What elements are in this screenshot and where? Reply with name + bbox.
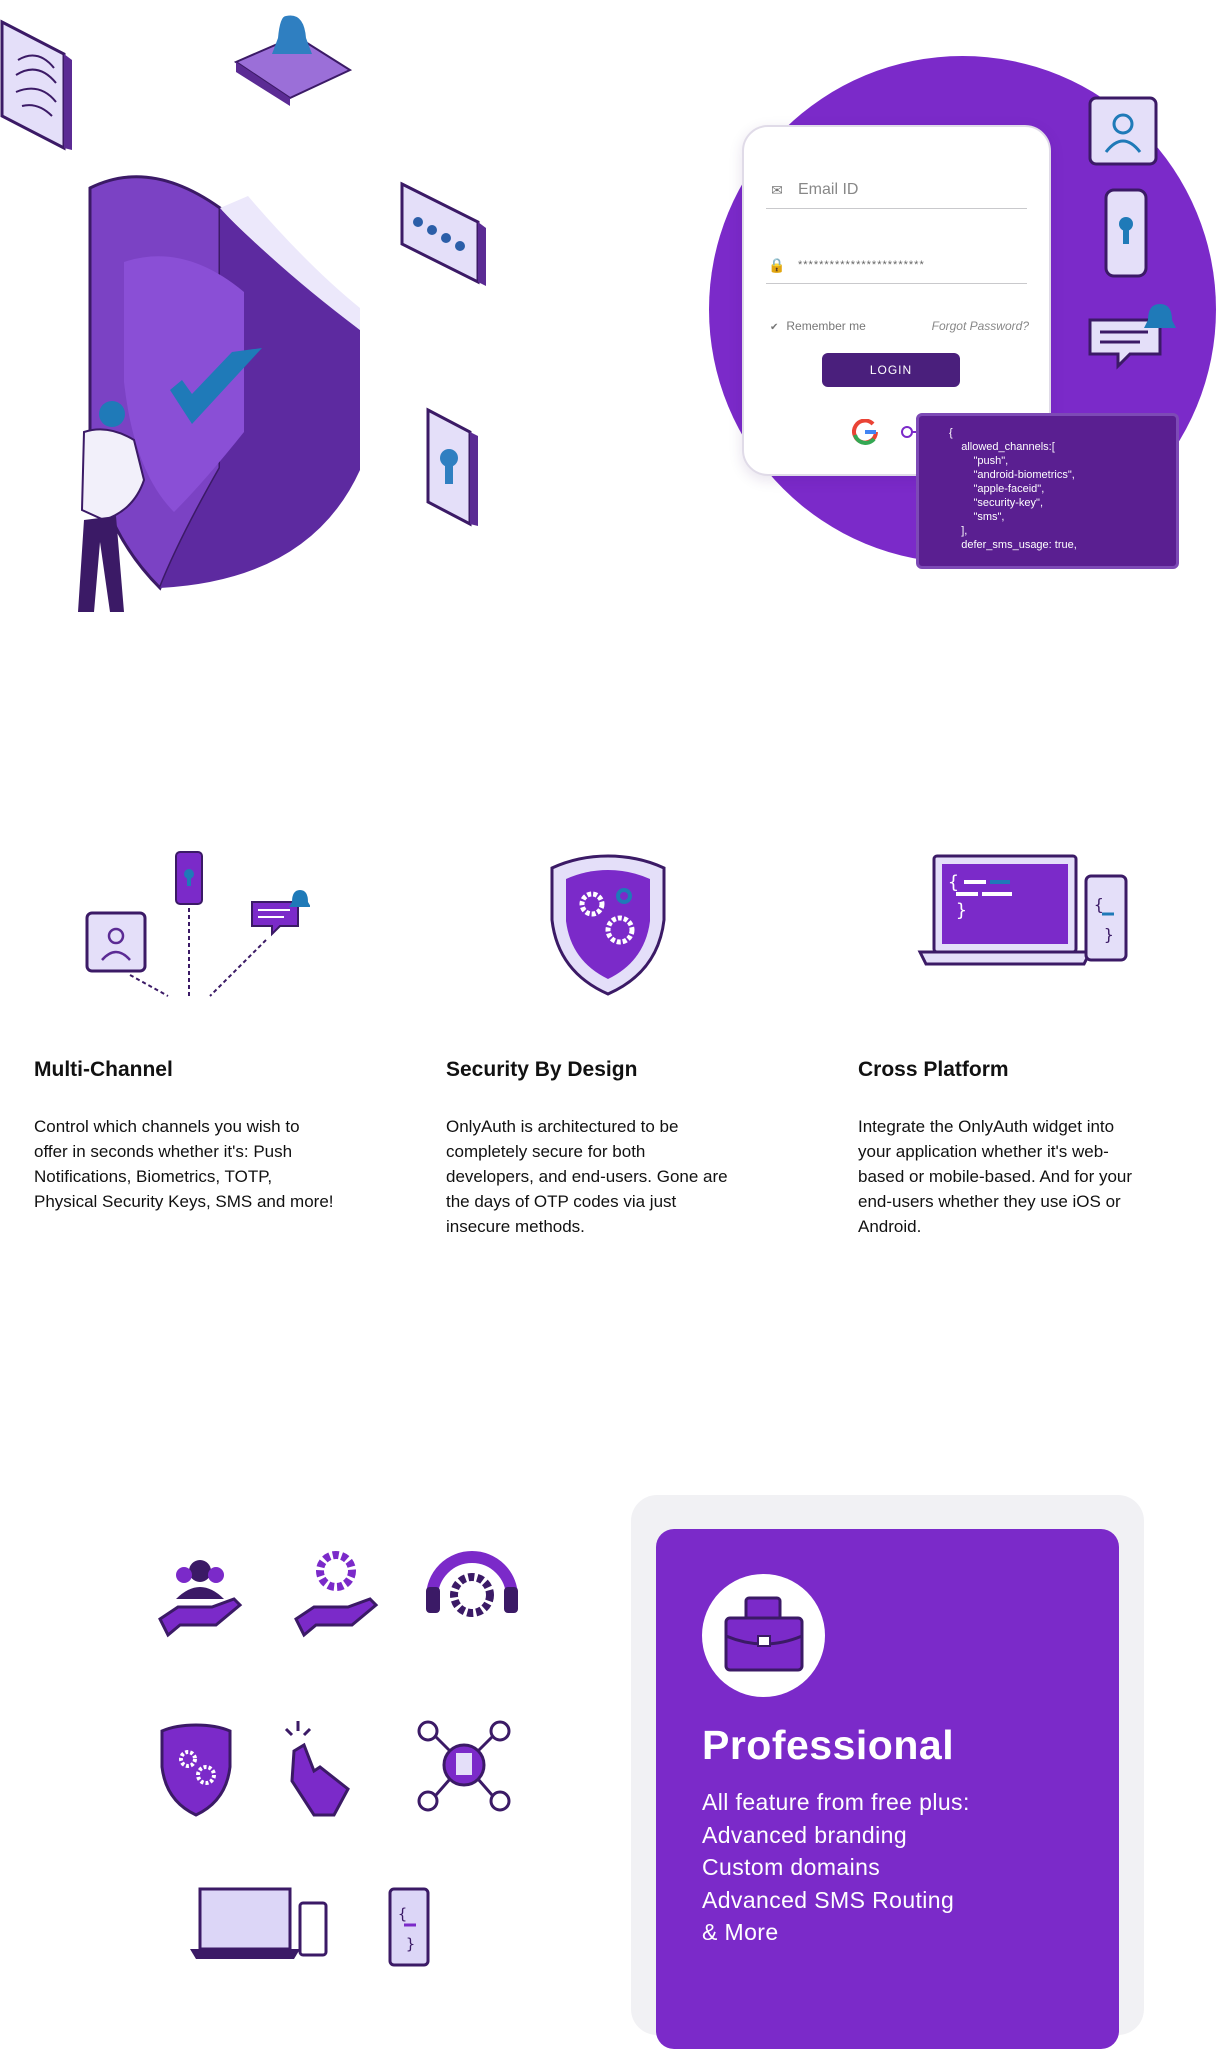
security-by-design-illustration — [550, 854, 666, 996]
feature-description: Control which channels you wish to offer… — [34, 1114, 334, 1214]
plan-name: Professional — [702, 1722, 955, 1768]
multi-channel-illustration — [85, 851, 310, 997]
text-line: Control which channels you wish to — [34, 1117, 300, 1136]
keyhole-icon — [426, 407, 478, 527]
face-id-icon — [85, 911, 147, 973]
plan-feature-item: Custom domains — [702, 1854, 881, 1880]
login-button[interactable]: LOGIN — [822, 353, 960, 387]
svg-text:{: { — [1094, 895, 1104, 914]
text-line: offer in seconds whether it's: Push — [34, 1142, 293, 1161]
lock-icon: 🔒 — [768, 256, 786, 273]
plan-feature-item: & More — [702, 1919, 779, 1945]
hero-security-illustration — [0, 15, 486, 612]
code-line: ], — [949, 525, 968, 537]
text-line: OnlyAuth is architectured to be — [446, 1117, 679, 1136]
code-line: defer_sms_usage: true, — [949, 539, 1077, 551]
briefcase-icon — [724, 1596, 804, 1672]
social-login-icons — [852, 419, 920, 445]
network-building-icon — [417, 1720, 511, 1812]
team-hand-icon — [158, 1560, 243, 1638]
text-line: end-users whether they use iOS or — [858, 1192, 1121, 1211]
chat-notification-icon — [251, 890, 310, 937]
shield-check-icon — [88, 175, 360, 591]
cross-platform-illustration: { } { } — [917, 854, 1128, 966]
tap-gesture-icon — [284, 1721, 350, 1817]
feature-title: Security By Design — [446, 1058, 638, 1081]
text-line: completely secure for both — [446, 1142, 646, 1161]
password-mask: ************************ — [798, 259, 925, 271]
plan-feature-list: All feature from free plus: Advanced bra… — [702, 1786, 970, 1949]
chat-notification-icon — [1088, 304, 1176, 370]
laptop-code-icon: { } — [917, 854, 1093, 966]
text-line: insecure methods. — [446, 1217, 585, 1236]
plan-icon-badge — [702, 1574, 825, 1697]
laptop-phone-icon — [190, 1887, 328, 1959]
envelope-icon: ✉ — [771, 181, 783, 198]
feature-title: Cross Platform — [858, 1058, 1009, 1081]
code-line: "push", — [949, 455, 1009, 467]
code-line: "apple-faceid", — [949, 483, 1045, 495]
text-line: based or mobile-based. And for your — [858, 1167, 1133, 1186]
code-line: "android-biometrics", — [949, 469, 1075, 481]
text-line: Integrate the OnlyAuth widget into — [858, 1117, 1115, 1136]
check-icon: ✔ — [770, 322, 779, 333]
remember-me-label: Remember me — [786, 319, 866, 333]
email-placeholder: Email ID — [798, 181, 859, 198]
code-line: "sms", — [949, 511, 1005, 523]
shield-gears-icon — [160, 1723, 232, 1817]
feature-description: OnlyAuth is architectured to be complete… — [446, 1114, 728, 1239]
svg-text:{: { — [948, 872, 959, 893]
security-key-icon — [175, 851, 203, 905]
svg-text:}: } — [956, 900, 967, 921]
svg-text:{: { — [398, 1905, 407, 1923]
bell-icon — [233, 15, 353, 106]
code-line: "security-key", — [949, 497, 1043, 509]
email-field[interactable]: ✉ Email ID — [766, 172, 1027, 209]
support-headset-gear-icon — [426, 1551, 518, 1617]
text-line: developers, and end-users. Gone are — [446, 1167, 728, 1186]
code-line: allowed_channels:[ — [949, 441, 1055, 453]
gear-hand-icon — [294, 1551, 379, 1638]
text-line: Notifications, Biometrics, TOTP, — [34, 1167, 273, 1186]
feature-description: Integrate the OnlyAuth widget into your … — [858, 1114, 1132, 1239]
remember-me-checkbox[interactable]: ✔ Remember me — [770, 319, 866, 333]
password-field[interactable]: 🔒 ************************ — [766, 247, 1027, 284]
svg-text:}: } — [406, 1935, 415, 1953]
text-line: Physical Security Keys, SMS and more! — [34, 1192, 334, 1211]
security-key-icon — [1104, 188, 1148, 278]
code-line: { — [949, 427, 953, 439]
hero-floating-icons — [1088, 96, 1176, 370]
google-icon — [852, 419, 878, 445]
feature-title: Multi-Channel — [34, 1058, 173, 1081]
svg-text:}: } — [1104, 925, 1114, 944]
fingerprint-icon — [0, 19, 72, 151]
text-line: the days of OTP codes via just — [446, 1192, 677, 1211]
face-id-icon — [1088, 96, 1158, 166]
phone-code-icon: { } — [1084, 874, 1128, 962]
plan-feature-item: All feature from free plus: — [702, 1789, 970, 1815]
plan-feature-item: Advanced branding — [702, 1821, 908, 1848]
feature-icon-grid: { } — [158, 1551, 518, 1967]
password-dots-icon — [400, 181, 486, 286]
text-line: your application whether it's web- — [858, 1142, 1109, 1161]
plan-feature-item: Advanced SMS Routing — [702, 1886, 955, 1913]
forgot-password-link[interactable]: Forgot Password? — [932, 319, 1029, 333]
shield-gears-icon — [550, 854, 666, 996]
config-code-box: { allowed_channels:[ "push", "android-bi… — [916, 413, 1179, 569]
text-line: Android. — [858, 1217, 922, 1236]
phone-code-icon: { } — [388, 1887, 430, 1967]
